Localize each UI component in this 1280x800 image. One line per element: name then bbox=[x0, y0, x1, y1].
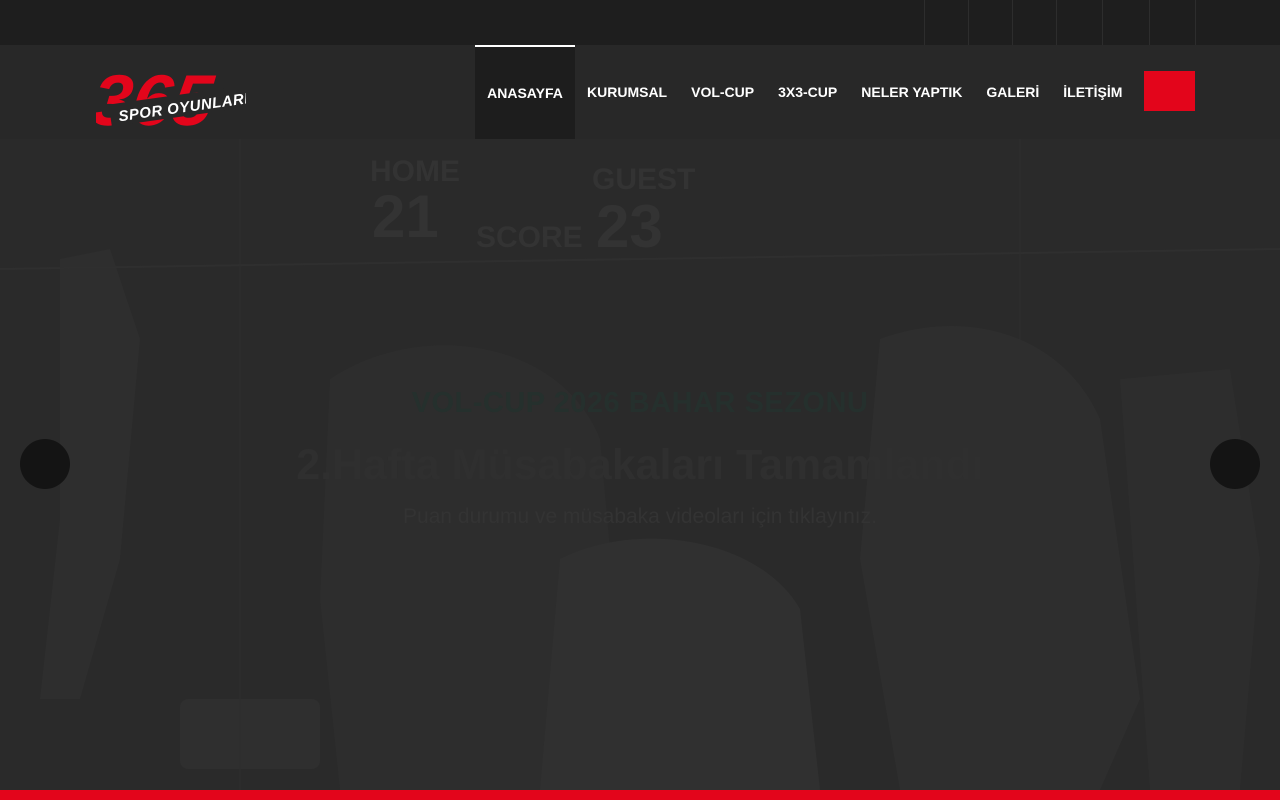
nav-item-iletisim[interactable]: İLETİŞİM bbox=[1051, 45, 1134, 139]
nav-item-3x3-cup[interactable]: 3X3-CUP bbox=[766, 45, 849, 139]
linkedin-icon[interactable] bbox=[1103, 0, 1150, 45]
nav-item-neler-yaptik[interactable]: NELER YAPTIK bbox=[849, 45, 974, 139]
nav-item-kurumsal[interactable]: KURUMSAL bbox=[575, 45, 679, 139]
instagram-icon[interactable] bbox=[1013, 0, 1057, 45]
scoreboard-guest-label: GUEST bbox=[592, 163, 695, 196]
nav-item-anasayfa[interactable]: ANASAYFA bbox=[475, 45, 575, 139]
site-header: 365 SPOR OYUNLARI ANASAYFA KURUMSAL VOL-… bbox=[0, 45, 1280, 139]
main-nav: ANASAYFA KURUMSAL VOL-CUP 3X3-CUP NELER … bbox=[475, 45, 1134, 139]
logo-365-spor-oyunlari[interactable]: 365 SPOR OYUNLARI bbox=[96, 49, 246, 135]
slider-next-button[interactable] bbox=[1210, 439, 1260, 489]
scoreboard-score-label: SCORE bbox=[476, 221, 583, 254]
slider-prev-button[interactable] bbox=[20, 439, 70, 489]
twitter-icon[interactable] bbox=[969, 0, 1013, 45]
nav-item-galeri[interactable]: GALERİ bbox=[974, 45, 1051, 139]
scoreboard-guest-score: 23 bbox=[596, 193, 663, 260]
scoreboard-home-score: 21 bbox=[372, 183, 439, 250]
search-button[interactable] bbox=[1144, 71, 1195, 111]
social-links bbox=[924, 0, 1196, 45]
slide-headline[interactable]: 2.Hafta Müsabakaları Tamamlandı bbox=[0, 441, 1280, 490]
whatsapp-icon[interactable] bbox=[1150, 0, 1196, 45]
top-bar bbox=[0, 0, 1280, 45]
nav-item-vol-cup[interactable]: VOL-CUP bbox=[679, 45, 766, 139]
slide-subline[interactable]: Puan durumu ve müsabaka videoları için t… bbox=[0, 505, 1280, 529]
youtube-icon[interactable] bbox=[1057, 0, 1103, 45]
facebook-icon[interactable] bbox=[925, 0, 969, 45]
slide-kicker: VOL-CUP 2026 BAHAR SEZONU bbox=[411, 387, 869, 419]
bottom-accent-bar bbox=[0, 790, 1280, 800]
hero-slider[interactable]: HOME 21 SCORE GUEST 23 VOL-CUP 2026 BAHA… bbox=[0, 139, 1280, 790]
